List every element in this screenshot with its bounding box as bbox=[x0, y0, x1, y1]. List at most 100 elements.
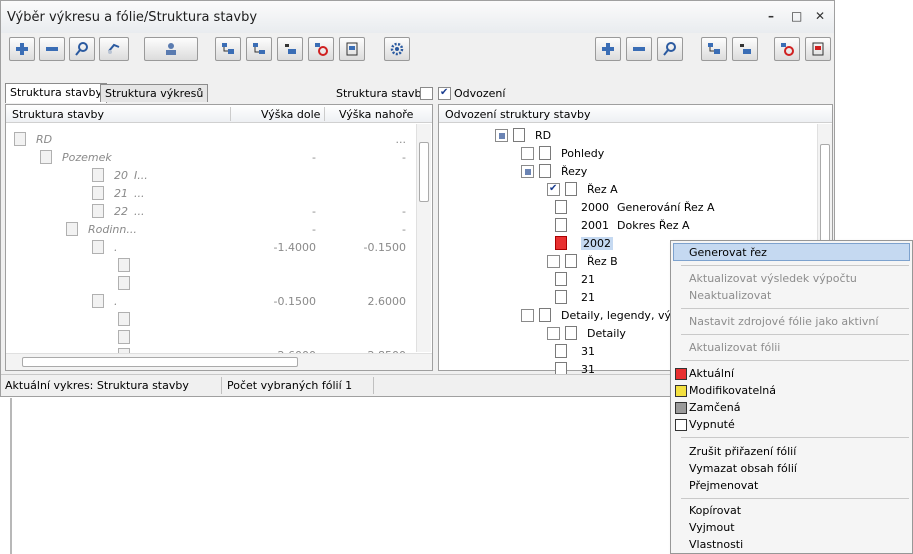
minimize-button[interactable]: – bbox=[768, 9, 774, 23]
menu-aktualizovat-folii[interactable]: Aktualizovat fólii bbox=[689, 341, 780, 354]
derive-refresh-button[interactable] bbox=[774, 37, 800, 61]
structure-list-icon bbox=[740, 44, 751, 54]
layer-icon bbox=[555, 344, 567, 358]
menu-nastavit-zdrojove[interactable]: Nastavit zdrojové fólie jako aktivní bbox=[689, 315, 878, 328]
settings-button[interactable] bbox=[384, 37, 410, 61]
refresh-icon bbox=[315, 43, 328, 56]
structure-refresh-button[interactable] bbox=[308, 37, 334, 61]
layer-icon bbox=[513, 128, 525, 142]
col-vyska-dole[interactable]: Výška dole bbox=[261, 108, 320, 121]
derive-add-button[interactable] bbox=[701, 37, 727, 61]
link-button[interactable] bbox=[99, 37, 129, 61]
left-row-low: - bbox=[312, 205, 316, 218]
menu-zrusit-prirazeni[interactable]: Zrušit přiřazení fólií bbox=[689, 445, 796, 458]
left-tree-row[interactable] bbox=[6, 257, 414, 275]
menu-kopirovat[interactable]: Kopírovat bbox=[689, 504, 741, 517]
row-checkbox[interactable] bbox=[547, 183, 560, 196]
left-tree-row[interactable] bbox=[6, 275, 414, 293]
status-count: Počet vybraných fólií 1 bbox=[227, 379, 353, 392]
structure-tree-button[interactable] bbox=[246, 37, 272, 61]
right-tree-row[interactable]: Řezy bbox=[439, 163, 815, 181]
right-tree-row[interactable]: 2001 Dokres Řez A bbox=[439, 217, 815, 235]
left-row-low: - bbox=[312, 151, 316, 164]
menu-generovat-rez[interactable]: Generovat řez bbox=[689, 246, 767, 259]
user-assign-button[interactable] bbox=[144, 37, 198, 61]
row-checkbox[interactable] bbox=[521, 147, 534, 160]
left-row-name: . bbox=[114, 295, 118, 308]
toggle-struktura-label: Struktura stavby bbox=[336, 87, 428, 100]
right-tree-row[interactable]: RD bbox=[439, 127, 815, 145]
left-vertical-scrollbar[interactable] bbox=[416, 124, 431, 352]
layer-icon bbox=[92, 240, 104, 254]
expand-all-button[interactable] bbox=[9, 37, 35, 61]
structure-export-button[interactable] bbox=[339, 37, 365, 61]
left-row-high: - bbox=[402, 205, 406, 218]
left-row-name: . bbox=[114, 241, 118, 254]
menu-separator bbox=[681, 308, 909, 309]
collapse-all-right-button[interactable] bbox=[626, 37, 652, 61]
derive-list-button[interactable] bbox=[732, 37, 758, 61]
left-tree-row[interactable]: 22... - - bbox=[6, 203, 414, 221]
row-checkbox[interactable] bbox=[521, 309, 534, 322]
left-hscroll-thumb[interactable] bbox=[22, 357, 298, 367]
collapse-all-button[interactable] bbox=[39, 37, 65, 61]
toggle-odvozeni-label: Odvození bbox=[454, 87, 506, 100]
tab-struktura-stavby[interactable]: Struktura stavby bbox=[5, 83, 107, 103]
left-scroll-thumb[interactable] bbox=[419, 142, 429, 202]
col-vyska-nahore[interactable]: Výška nahoře bbox=[339, 108, 413, 121]
layer-icon bbox=[565, 326, 577, 340]
left-row-name: RD bbox=[36, 133, 53, 146]
row-checkbox[interactable] bbox=[495, 129, 508, 142]
close-button[interactable]: ✕ bbox=[815, 9, 825, 23]
right-tree-row[interactable]: Pohledy bbox=[439, 145, 815, 163]
menu-neaktualizovat[interactable]: Neaktualizovat bbox=[689, 289, 771, 302]
layer-icon bbox=[66, 222, 78, 236]
left-row-low: - bbox=[312, 223, 316, 236]
right-tree-row[interactable]: 2000 Generování Řez A bbox=[439, 199, 815, 217]
left-tree-row[interactable]: Rodinn... - - bbox=[6, 221, 414, 239]
menu-aktualizovat-vysledek[interactable]: Aktualizovat výsledek výpočtu bbox=[689, 272, 857, 285]
left-tree-row[interactable]: 21... bbox=[6, 185, 414, 203]
menu-vlastnosti[interactable]: Vlastnosti bbox=[689, 538, 743, 551]
right-scroll-thumb[interactable] bbox=[820, 144, 830, 242]
row-checkbox[interactable] bbox=[521, 165, 534, 178]
menu-prejmenovat[interactable]: Přejmenovat bbox=[689, 479, 758, 492]
row-checkbox[interactable] bbox=[547, 255, 560, 268]
toggle-struktura-checkbox[interactable] bbox=[420, 87, 433, 100]
col-struktura[interactable]: Struktura stavby bbox=[12, 108, 104, 121]
plus-icon bbox=[602, 43, 614, 55]
left-horizontal-scrollbar[interactable] bbox=[6, 353, 432, 370]
search-right-button[interactable] bbox=[657, 37, 683, 61]
right-row-name: 2002 bbox=[581, 237, 613, 250]
menu-zamcena[interactable]: Zamčená bbox=[689, 401, 741, 414]
menu-aktualni[interactable]: Aktuální bbox=[689, 367, 734, 380]
menu-vymazat-obsah[interactable]: Vymazat obsah fólií bbox=[689, 462, 797, 475]
export-icon bbox=[812, 42, 824, 56]
left-tree-row[interactable]: 20 I... bbox=[6, 167, 414, 185]
structure-list-button[interactable] bbox=[277, 37, 303, 61]
derive-export-button[interactable] bbox=[805, 37, 831, 61]
left-tree-row[interactable] bbox=[6, 311, 414, 329]
toggle-odvozeni-checkbox[interactable] bbox=[438, 87, 451, 100]
search-button[interactable] bbox=[69, 37, 95, 61]
menu-modifikovatelna[interactable]: Modifikovatelná bbox=[689, 384, 776, 397]
right-row-name: Řez A bbox=[587, 183, 618, 196]
structure-add-button[interactable] bbox=[215, 37, 241, 61]
left-tree-row[interactable]: RD... bbox=[6, 131, 414, 149]
expand-all-right-button[interactable] bbox=[595, 37, 621, 61]
maximize-button[interactable]: □ bbox=[791, 9, 802, 23]
tab-struktura-vykresu[interactable]: Struktura výkresů bbox=[100, 84, 209, 102]
right-tree-row[interactable]: Řez A bbox=[439, 181, 815, 199]
menu-vypnute[interactable]: Vypnuté bbox=[689, 418, 735, 431]
menu-vyjmout[interactable]: Vyjmout bbox=[689, 521, 735, 534]
right-row-name: RD bbox=[535, 129, 552, 142]
left-tree-row[interactable]: . -1.4000 -0.1500 bbox=[6, 239, 414, 257]
right-row-name: Pohledy bbox=[561, 147, 605, 160]
left-tree-row[interactable]: . -0.1500 2.6000 bbox=[6, 293, 414, 311]
left-tree-row[interactable] bbox=[6, 329, 414, 347]
col-odvozeni[interactable]: Odvození struktury stavby bbox=[445, 108, 590, 121]
status-divider bbox=[373, 377, 374, 394]
row-checkbox[interactable] bbox=[547, 327, 560, 340]
layer-icon bbox=[14, 132, 26, 146]
left-tree-row[interactable]: Pozemek - - bbox=[6, 149, 414, 167]
